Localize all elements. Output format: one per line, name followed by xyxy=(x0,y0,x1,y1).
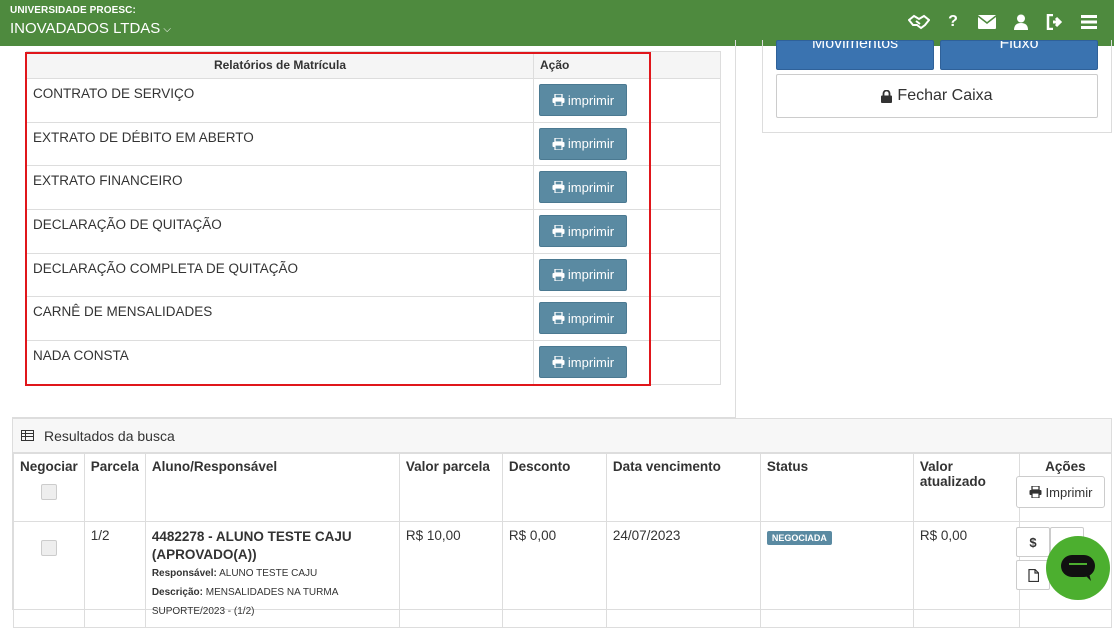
relatorio-action-cell: imprimir xyxy=(533,296,721,342)
user-icon[interactable] xyxy=(1004,10,1038,34)
col-desconto: Desconto xyxy=(501,453,607,522)
imprimir-button[interactable]: imprimir xyxy=(539,84,627,116)
resultados-table: Negociar Parcela Aluno/Responsável Valor… xyxy=(13,453,1113,628)
row-aluno: 4482278 - ALUNO TESTE CAJU (APROVADO(A))… xyxy=(144,521,400,628)
imprimir-button[interactable]: imprimir xyxy=(539,346,627,379)
fluxo-button[interactable]: Fluxo xyxy=(940,40,1098,70)
col-valor-parcela: Valor parcela xyxy=(398,453,503,522)
col-negociar: Negociar xyxy=(20,459,78,474)
chat-widget-button[interactable] xyxy=(1046,536,1110,600)
relatorio-name: DECLARAÇÃO DE QUITAÇÃO xyxy=(26,209,534,254)
company-selector[interactable]: INOVADADOS LTDAS ⌵ xyxy=(10,20,171,37)
status-badge: NEGOCIADA xyxy=(766,531,832,545)
imprimir-button[interactable]: imprimir xyxy=(539,258,627,291)
relatorio-name: CARNÊ DE MENSALIDADES xyxy=(26,296,534,342)
select-all-checkbox[interactable] xyxy=(40,484,57,500)
col-aluno: Aluno/Responsável xyxy=(144,453,400,522)
imprimir-label: imprimir xyxy=(567,354,615,370)
descricao-cont: SUPORTE/2023 - (1/2) xyxy=(151,606,255,617)
relatorios-header: Relatórios de Matrícula xyxy=(26,51,534,79)
imprimir-button[interactable]: imprimir xyxy=(539,171,627,204)
row-checkbox[interactable] xyxy=(40,540,57,556)
relatorio-row: EXTRATO DE DÉBITO EM ABERTO imprimir xyxy=(26,121,721,167)
fechar-caixa-label: Fechar Caixa xyxy=(897,87,993,104)
dollar-button[interactable]: $ xyxy=(1016,527,1050,557)
relatorio-name: EXTRATO DE DÉBITO EM ABERTO xyxy=(26,121,534,167)
document-button[interactable] xyxy=(1016,560,1050,590)
print-icon xyxy=(552,137,565,150)
relatorio-action-cell: imprimir xyxy=(533,121,721,167)
imprimir-label: imprimir xyxy=(567,310,615,326)
print-icon xyxy=(1029,486,1042,498)
chat-icon xyxy=(1061,555,1095,581)
relatorio-name: NADA CONSTA xyxy=(26,340,534,385)
relatorio-row: CONTRATO DE SERVIÇO imprimir xyxy=(26,78,721,123)
envelope-icon[interactable] xyxy=(970,10,1004,34)
relatorio-name: CONTRATO DE SERVIÇO xyxy=(26,78,534,123)
movimentos-button[interactable]: Movimentos xyxy=(776,40,934,70)
imprimir-label: imprimir xyxy=(567,223,615,239)
descricao-value: MENSALIDADES NA TURMA xyxy=(205,587,339,598)
fechar-caixa-button[interactable]: Fechar Caixa xyxy=(776,74,1098,118)
row-desconto: R$ 0,00 xyxy=(501,521,607,628)
relatorio-action-cell: imprimir xyxy=(533,252,721,298)
resultados-panel: Resultados da busca Negociar Parcela Alu… xyxy=(12,418,1113,628)
imprimir-label: imprimir xyxy=(567,179,615,195)
chevron-down-icon: ⌵ xyxy=(163,24,171,35)
print-icon xyxy=(552,356,565,369)
responsavel-value: ALUNO TESTE CAJU xyxy=(219,568,318,579)
print-icon xyxy=(552,312,565,325)
help-icon[interactable]: ? xyxy=(936,10,970,34)
relatorio-row: DECLARAÇÃO COMPLETA DE QUITAÇÃO imprimir xyxy=(26,252,721,298)
sign-out-icon[interactable] xyxy=(1038,10,1072,34)
print-icon xyxy=(552,181,565,194)
col-valor-atualizado: Valor atualizado xyxy=(912,453,1020,522)
row-data-vencimento: 24/07/2023 xyxy=(605,521,761,628)
imprimir-button[interactable]: imprimir xyxy=(539,127,627,160)
relatorio-action-cell: imprimir xyxy=(533,340,721,385)
menu-icon[interactable] xyxy=(1072,10,1106,34)
imprimir-label: imprimir xyxy=(567,267,615,283)
table-icon xyxy=(21,430,34,441)
imprimir-button[interactable]: Imprimir xyxy=(1016,476,1105,508)
relatorio-action-cell: imprimir xyxy=(533,78,721,123)
imprimir-label: imprimir xyxy=(567,92,615,108)
relatorio-action-cell: imprimir xyxy=(533,209,721,254)
relatorio-name: EXTRATO FINANCEIRO xyxy=(26,165,534,211)
row-parcela: 1/2 xyxy=(83,521,146,628)
row-valor-parcela: R$ 10,00 xyxy=(398,521,503,628)
aluno-id: 4482278 xyxy=(151,529,205,544)
acao-header: Ação xyxy=(533,51,721,79)
relatorio-row: NADA CONSTA imprimir xyxy=(26,340,721,385)
row-valor-atualizado: R$ 0,00 xyxy=(912,521,1020,628)
lock-icon xyxy=(881,89,893,103)
university-label: UNIVERSIDADE PROESC: xyxy=(10,5,136,16)
relatorio-action-cell: imprimir xyxy=(533,165,721,211)
relatorio-row: EXTRATO FINANCEIRO imprimir xyxy=(26,165,721,211)
resultados-title: Resultados da busca xyxy=(44,427,175,444)
relatorio-row: DECLARAÇÃO DE QUITAÇÃO imprimir xyxy=(26,209,721,254)
col-status: Status xyxy=(759,453,914,522)
print-icon xyxy=(552,94,565,106)
relatorio-name: DECLARAÇÃO COMPLETA DE QUITAÇÃO xyxy=(26,252,534,298)
relatorios-table: Relatórios de Matrícula Ação CONTRATO DE… xyxy=(26,51,721,385)
company-name: INOVADADOS LTDAS xyxy=(10,20,161,37)
col-parcela: Parcela xyxy=(83,453,146,522)
print-icon xyxy=(552,225,565,238)
file-icon xyxy=(1027,568,1039,582)
handshake-icon[interactable] xyxy=(902,10,936,34)
imprimir-button[interactable]: imprimir xyxy=(539,302,627,335)
imprimir-label: imprimir xyxy=(567,136,615,152)
col-data-vencimento: Data vencimento xyxy=(605,453,761,522)
relatorio-row: CARNÊ DE MENSALIDADES imprimir xyxy=(26,296,721,342)
print-icon xyxy=(552,268,565,281)
imprimir-button[interactable]: imprimir xyxy=(539,215,627,248)
table-row: 1/2 4482278 - ALUNO TESTE CAJU (APROVADO… xyxy=(13,521,1113,628)
